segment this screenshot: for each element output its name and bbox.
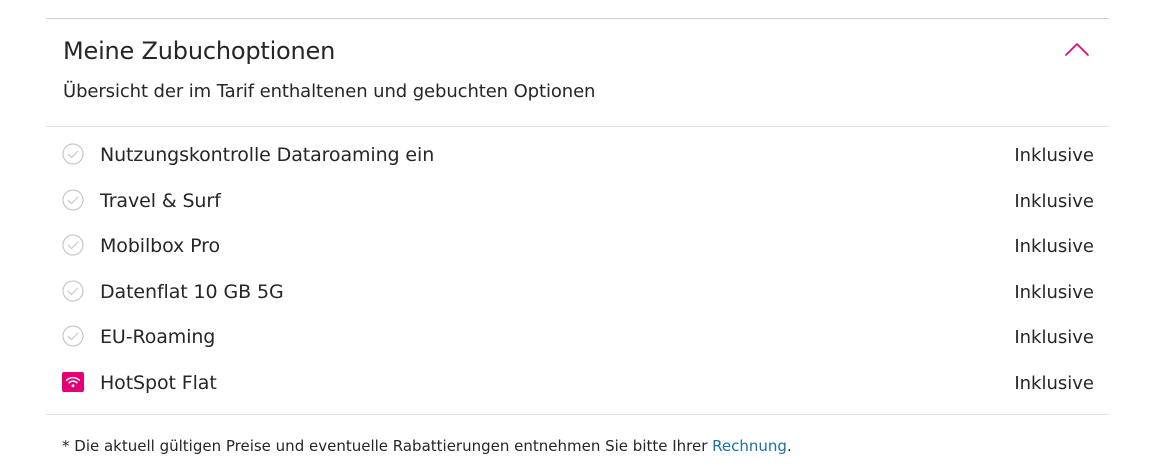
option-price: Inklusive — [1014, 190, 1094, 212]
chevron-up-icon — [1065, 43, 1089, 56]
options-list: Nutzungskontrolle Dataroaming ein Inklus… — [46, 135, 1109, 408]
header-divider — [46, 126, 1109, 127]
check-circle-icon — [62, 188, 84, 211]
option-row: Datenflat 10 GB 5G Inklusive — [46, 272, 1109, 318]
wifi-icon — [62, 371, 84, 393]
option-label: EU-Roaming — [100, 326, 216, 348]
check-circle-icon — [62, 234, 84, 256]
option-row: Nutzungskontrolle Dataroaming ein Inklus… — [46, 135, 1109, 181]
section-subtitle: Übersicht der im Tarif enthaltenen und g… — [63, 81, 596, 102]
option-label: Travel & Surf — [100, 189, 221, 212]
invoice-link[interactable]: Rechnung — [712, 437, 787, 455]
option-row: HotSpot Flat Inklusive — [46, 363, 1109, 409]
option-row: Travel & Surf Inklusive — [46, 181, 1109, 227]
option-row: Mobilbox Pro Inklusive — [46, 226, 1109, 272]
option-price: Inklusive — [1014, 327, 1094, 348]
check-circle-icon — [62, 325, 84, 347]
option-label: Mobilbox Pro — [100, 235, 220, 257]
option-label: Nutzungskontrolle Dataroaming ein — [100, 144, 435, 166]
check-circle-icon — [62, 143, 84, 165]
option-price: Inklusive — [1014, 281, 1094, 303]
option-price: Inklusive — [1014, 372, 1094, 394]
option-label: HotSpot Flat — [100, 371, 217, 394]
option-price: Inklusive — [1014, 145, 1094, 166]
section-title: Meine Zubuchoptionen — [63, 37, 336, 65]
list-divider — [46, 414, 1109, 415]
collapse-toggle-button[interactable] — [1060, 37, 1094, 63]
option-row: EU-Roaming Inklusive — [46, 317, 1109, 363]
option-label: Datenflat 10 GB 5G — [100, 280, 284, 303]
section-header[interactable]: Meine Zubuchoptionen Übersicht der im Ta… — [46, 19, 1109, 126]
footnote-suffix: . — [786, 437, 792, 455]
price-footnote: * Die aktuell gültigen Preise und eventu… — [62, 437, 792, 455]
option-price: Inklusive — [1014, 236, 1094, 257]
footnote-text: * Die aktuell gültigen Preise und eventu… — [62, 437, 713, 455]
check-circle-icon — [62, 279, 84, 302]
